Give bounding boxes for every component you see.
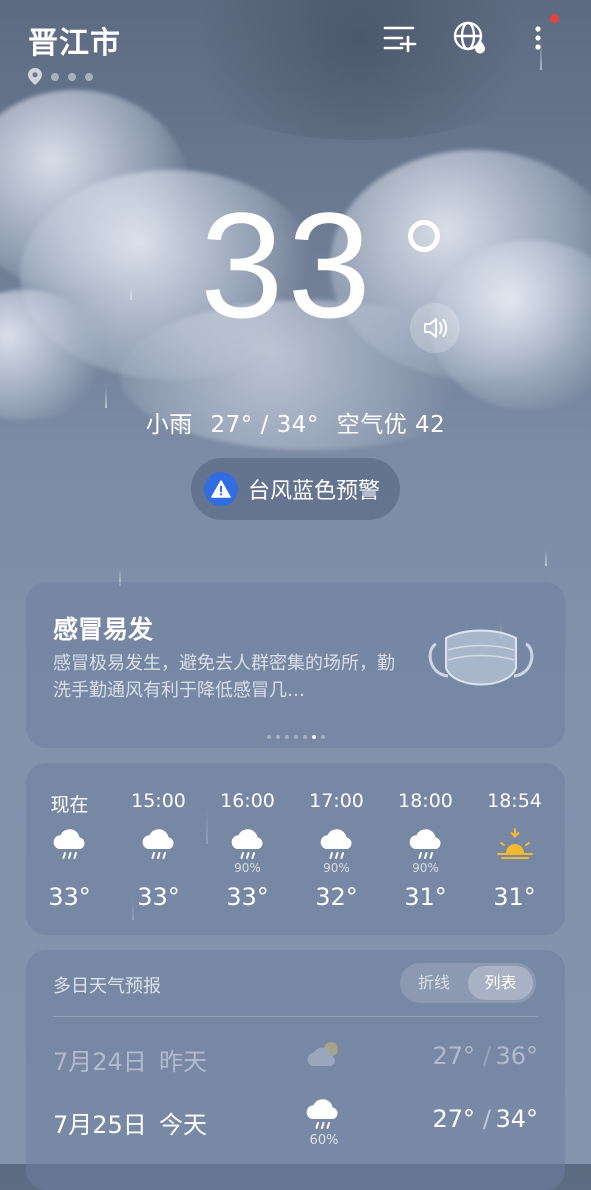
precip-chance: 60%	[309, 1133, 339, 1148]
air-quality-text[interactable]: 空气优 42	[337, 412, 446, 438]
multi-day-forecast-card[interactable]: 多日天气预报 折线 列表 7月24日 昨天 27°/36° 7月25日 今天 60% 27°…	[26, 950, 565, 1190]
hour-time: 现在	[50, 794, 89, 816]
hour-time: 18:54	[487, 790, 542, 812]
weather-summary: 小雨 27° / 34° 空气优 42	[0, 405, 591, 439]
hour-time: 17:00	[309, 790, 364, 812]
rain-icon	[318, 827, 356, 863]
divider	[53, 1016, 538, 1017]
temp-separator: /	[482, 1105, 491, 1133]
condition-text: 小雨	[145, 412, 193, 438]
hour-temp: 31°	[404, 883, 447, 911]
day-label: 今天	[159, 1111, 207, 1139]
day-date: 7月24日	[53, 1048, 147, 1076]
hour-temp: 32°	[315, 883, 358, 911]
hour-temp: 31°	[493, 883, 536, 911]
hour-temp: 33°	[137, 883, 180, 911]
hour-temp: 33°	[48, 883, 91, 911]
health-tip-card[interactable]: 感冒易发 感冒极易发生，避免去人群密集的场所，勤洗手勤通风有利于降低感冒几…	[26, 582, 565, 748]
degree-symbol	[408, 220, 440, 252]
sunset-icon	[496, 827, 534, 863]
hour-time: 18:00	[398, 790, 453, 812]
alert-label: 台风蓝色预警	[248, 479, 381, 504]
top-bar: 晋江市	[0, 0, 591, 90]
hour-temp: 33°	[226, 883, 269, 911]
more-options-icon[interactable]	[520, 20, 556, 56]
day-high-temp: 36°	[495, 1042, 538, 1070]
page-dot	[85, 72, 93, 81]
rain-icon	[229, 827, 267, 863]
current-temperature: 33	[200, 181, 375, 349]
add-city-icon[interactable]	[382, 20, 418, 56]
rain-icon	[407, 827, 445, 863]
notification-badge	[550, 14, 559, 23]
precip-chance: 90%	[412, 861, 439, 875]
city-name[interactable]: 晋江市	[28, 18, 121, 62]
day-low-temp: 27°	[432, 1042, 475, 1070]
day-low-temp: 27°	[432, 1105, 475, 1133]
rain-icon	[140, 827, 178, 863]
day-label: 昨天	[159, 1048, 207, 1076]
globe-icon[interactable]	[452, 20, 488, 56]
location-pin-icon	[28, 68, 42, 85]
hour-time: 16:00	[220, 790, 275, 812]
hourly-forecast-card[interactable]: 现在 33° 15:00 33° 16:00 90% 33° 17:00 90% 32° 18:00…	[26, 763, 565, 935]
rain-icon	[304, 1097, 344, 1131]
precip-chance: 90%	[323, 861, 350, 875]
toggle-list[interactable]: 列表	[468, 966, 533, 1000]
day-high-temp: 34°	[495, 1105, 538, 1133]
page-dot	[68, 72, 76, 81]
typhoon-alert-pill[interactable]: 台风蓝色预警	[191, 458, 400, 520]
voice-broadcast-button[interactable]	[410, 303, 460, 353]
cloudy-sun-icon	[304, 1038, 344, 1072]
speaker-icon	[424, 318, 448, 338]
forecast-title: 多日天气预报	[53, 976, 161, 997]
view-toggle[interactable]: 折线 列表	[400, 963, 536, 1003]
precip-chance: 90%	[234, 861, 261, 875]
hour-time: 15:00	[131, 790, 186, 812]
day-date: 7月25日	[53, 1111, 147, 1139]
toggle-line-chart[interactable]: 折线	[400, 963, 468, 1003]
tip-title: 感冒易发	[53, 615, 154, 644]
face-mask-icon	[428, 629, 534, 686]
temp-range-text: 27° / 34°	[210, 412, 319, 438]
temp-separator: /	[482, 1042, 491, 1070]
warning-icon	[204, 472, 238, 506]
city-pager[interactable]	[28, 68, 93, 85]
tip-description: 感冒极易发生，避免去人群密集的场所，勤洗手勤通风有利于降低感冒几…	[53, 653, 395, 701]
tip-pager	[26, 735, 565, 739]
page-dot	[51, 72, 59, 81]
rain-icon	[51, 827, 89, 863]
